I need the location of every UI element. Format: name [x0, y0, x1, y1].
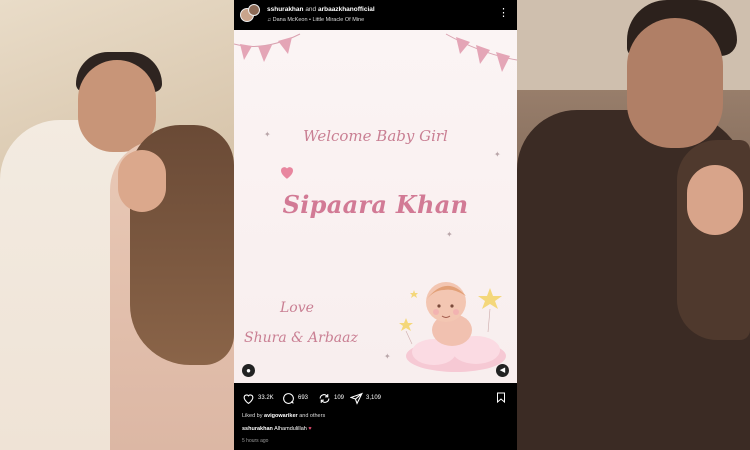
post-header: sshurakhan and arbaazkhanofficial ♫ Dana…	[234, 0, 517, 30]
sparkle-decoration: ✦	[384, 352, 391, 361]
bookmark-icon[interactable]	[495, 391, 507, 404]
liked-by-suffix: and others	[299, 413, 326, 419]
welcome-text: Welcome Baby Girl	[303, 127, 448, 145]
repost-icon	[319, 393, 330, 403]
music-track[interactable]: ♫ Dana McKeon • Little Miracle Of Mine	[267, 17, 364, 23]
music-icon: ♫	[267, 17, 272, 23]
post-authors[interactable]: sshurakhan and arbaazkhanofficial	[267, 6, 375, 13]
heart-icon	[281, 167, 293, 179]
comments-count: 693	[298, 395, 309, 401]
avatar-secondary[interactable]	[248, 4, 260, 16]
author-secondary[interactable]: arbaazkhanofficial	[318, 6, 375, 13]
comment-button[interactable]: 693	[282, 390, 308, 406]
liked-by[interactable]: Liked by avigowariker and others	[242, 413, 325, 419]
like-button[interactable]: 33.2K	[242, 390, 274, 406]
caption-text: Alhamdulillah	[274, 426, 307, 432]
announcement-card: ✦ ✦ ✦ ✦ Welcome Baby Girl Sipaara Khan L…	[234, 30, 517, 383]
music-label: Dana McKeon • Little Miracle Of Mine	[272, 17, 365, 23]
author-primary[interactable]: sshurakhan	[267, 6, 304, 13]
repost-button[interactable]: 109	[318, 390, 344, 406]
caption-user[interactable]: sshurakhan	[242, 426, 273, 432]
share-icon	[350, 392, 363, 405]
photo-left-couple	[0, 0, 234, 450]
liked-by-prefix: Liked by	[242, 413, 263, 419]
mute-icon[interactable]: ◀	[496, 364, 509, 377]
signers-text: Shura & Arbaaz	[244, 330, 358, 346]
love-text: Love	[280, 300, 314, 316]
profile-icon[interactable]: ●	[242, 364, 255, 377]
heart-icon	[243, 393, 254, 404]
bunting-right	[445, 33, 517, 72]
photo-right-hug	[517, 0, 750, 450]
shares-count: 3,109	[366, 395, 382, 401]
timestamp: 5 hours ago	[242, 438, 269, 444]
share-button[interactable]: 3,109	[350, 390, 381, 406]
caption: sshurakhan Alhamdulillah ♥	[242, 426, 312, 432]
bunting-left	[234, 33, 301, 62]
liked-by-user[interactable]: avigowariker	[264, 413, 298, 419]
heart-emoji-icon: ♥	[308, 426, 312, 432]
reposts-count: 109	[334, 395, 345, 401]
author-joiner: and	[305, 6, 317, 13]
sparkle-decoration: ✦	[446, 230, 453, 239]
sparkle-decoration: ✦	[494, 150, 501, 159]
comment-icon	[283, 392, 294, 404]
likes-count: 33.2K	[258, 395, 274, 401]
more-icon[interactable]: ⋮	[498, 8, 509, 19]
post-actions: 33.2K 693 109 3,109	[234, 386, 517, 410]
baby-on-cloud-illustration	[399, 282, 506, 372]
instagram-post: sshurakhan and arbaazkhanofficial ♫ Dana…	[234, 0, 517, 450]
baby-name: Sipaara Khan	[282, 190, 469, 219]
